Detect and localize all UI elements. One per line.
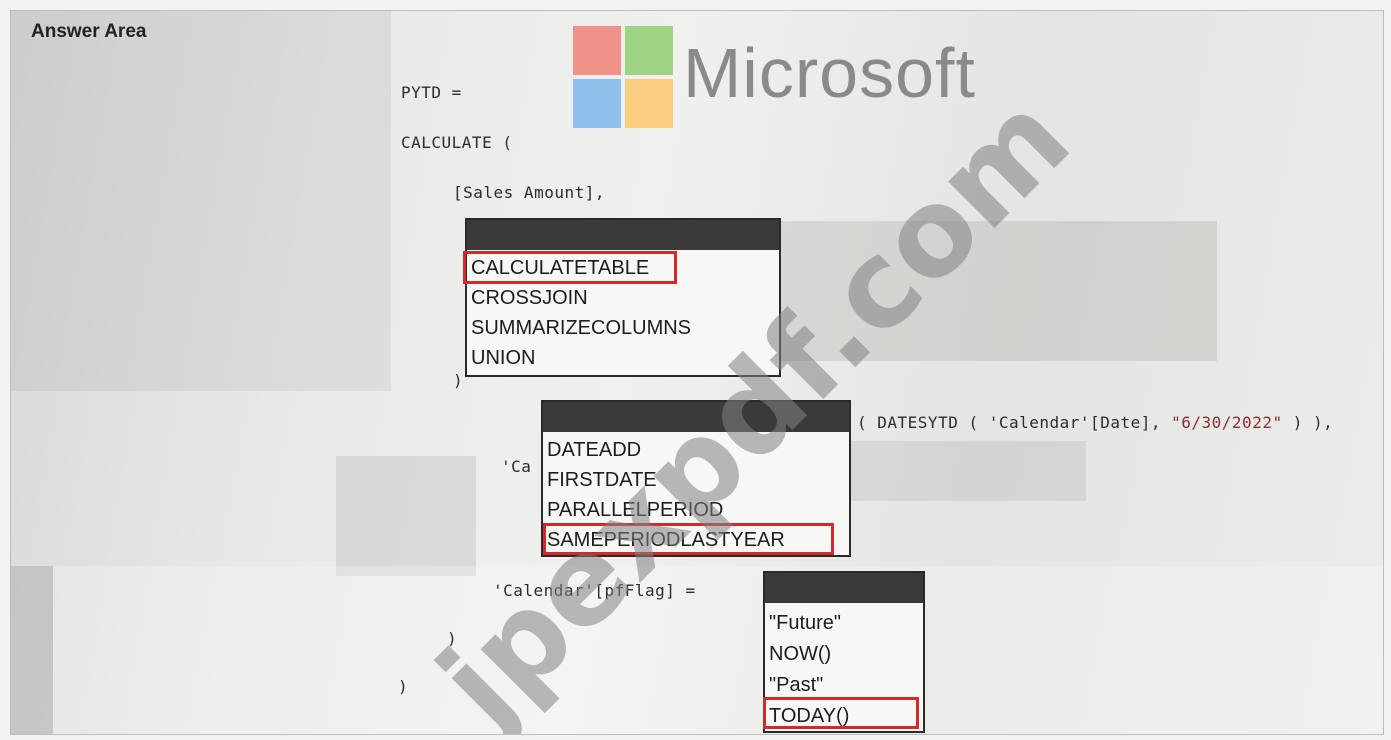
background-shade (851, 441, 1086, 501)
dropdown-header[interactable] (765, 573, 923, 603)
logo-square-yellow (625, 79, 673, 128)
microsoft-logo-icon (573, 26, 673, 128)
selected-answer-highlight (463, 251, 677, 284)
code-line-datesytd: ( DATESYTD ( 'Calendar'[Date], "6/30/202… (857, 413, 1334, 432)
logo-square-red (573, 26, 621, 75)
code-line-sales-amount: [Sales Amount], (453, 183, 605, 202)
background-shade (53, 566, 1383, 734)
microsoft-logo-text: Microsoft (683, 34, 976, 112)
dropdown-option[interactable]: "Future" (769, 609, 841, 637)
answer-area-panel: Answer Area PYTD = CALCULATE ( [Sales Am… (10, 10, 1384, 735)
dropdown-option[interactable]: PARALLELPERIOD (547, 496, 723, 524)
dropdown-option[interactable]: CROSSJOIN (471, 284, 588, 312)
dropdown-option[interactable]: SUMMARIZECOLUMNS (471, 314, 691, 342)
selected-answer-highlight (543, 523, 834, 555)
dropdown-option[interactable]: UNION (471, 344, 535, 372)
dropdown-option[interactable]: "Past" (769, 671, 823, 699)
code-line-close-paren: ) (453, 371, 464, 390)
background-shade (11, 11, 391, 391)
dropdown-option[interactable]: FIRSTDATE (547, 466, 657, 494)
logo-square-blue (573, 79, 621, 128)
dropdown-option[interactable]: NOW() (769, 640, 831, 668)
function-dropdown-1[interactable]: CALCULATETABLE CROSSJOIN SUMMARIZECOLUMN… (465, 218, 781, 377)
code-line-calculate: CALCULATE ( (401, 133, 513, 152)
code-line-calendar-partial: 'Ca (501, 457, 532, 476)
code-line-close-paren: ) (398, 677, 409, 696)
background-shade (11, 566, 53, 734)
background-shade (336, 456, 476, 576)
answer-area-title: Answer Area (31, 21, 147, 42)
dropdown-header[interactable] (467, 220, 779, 250)
code-line-pytd: PYTD = (401, 83, 462, 102)
code-line-close-paren: ) (447, 629, 458, 648)
logo-square-green (625, 26, 673, 75)
selected-answer-highlight (763, 697, 919, 729)
code-line-pfflag: 'Calendar'[pfFlag] = (493, 581, 696, 600)
background-shade (781, 221, 1217, 361)
dropdown-header[interactable] (543, 402, 849, 432)
dropdown-option[interactable]: DATEADD (547, 436, 641, 464)
